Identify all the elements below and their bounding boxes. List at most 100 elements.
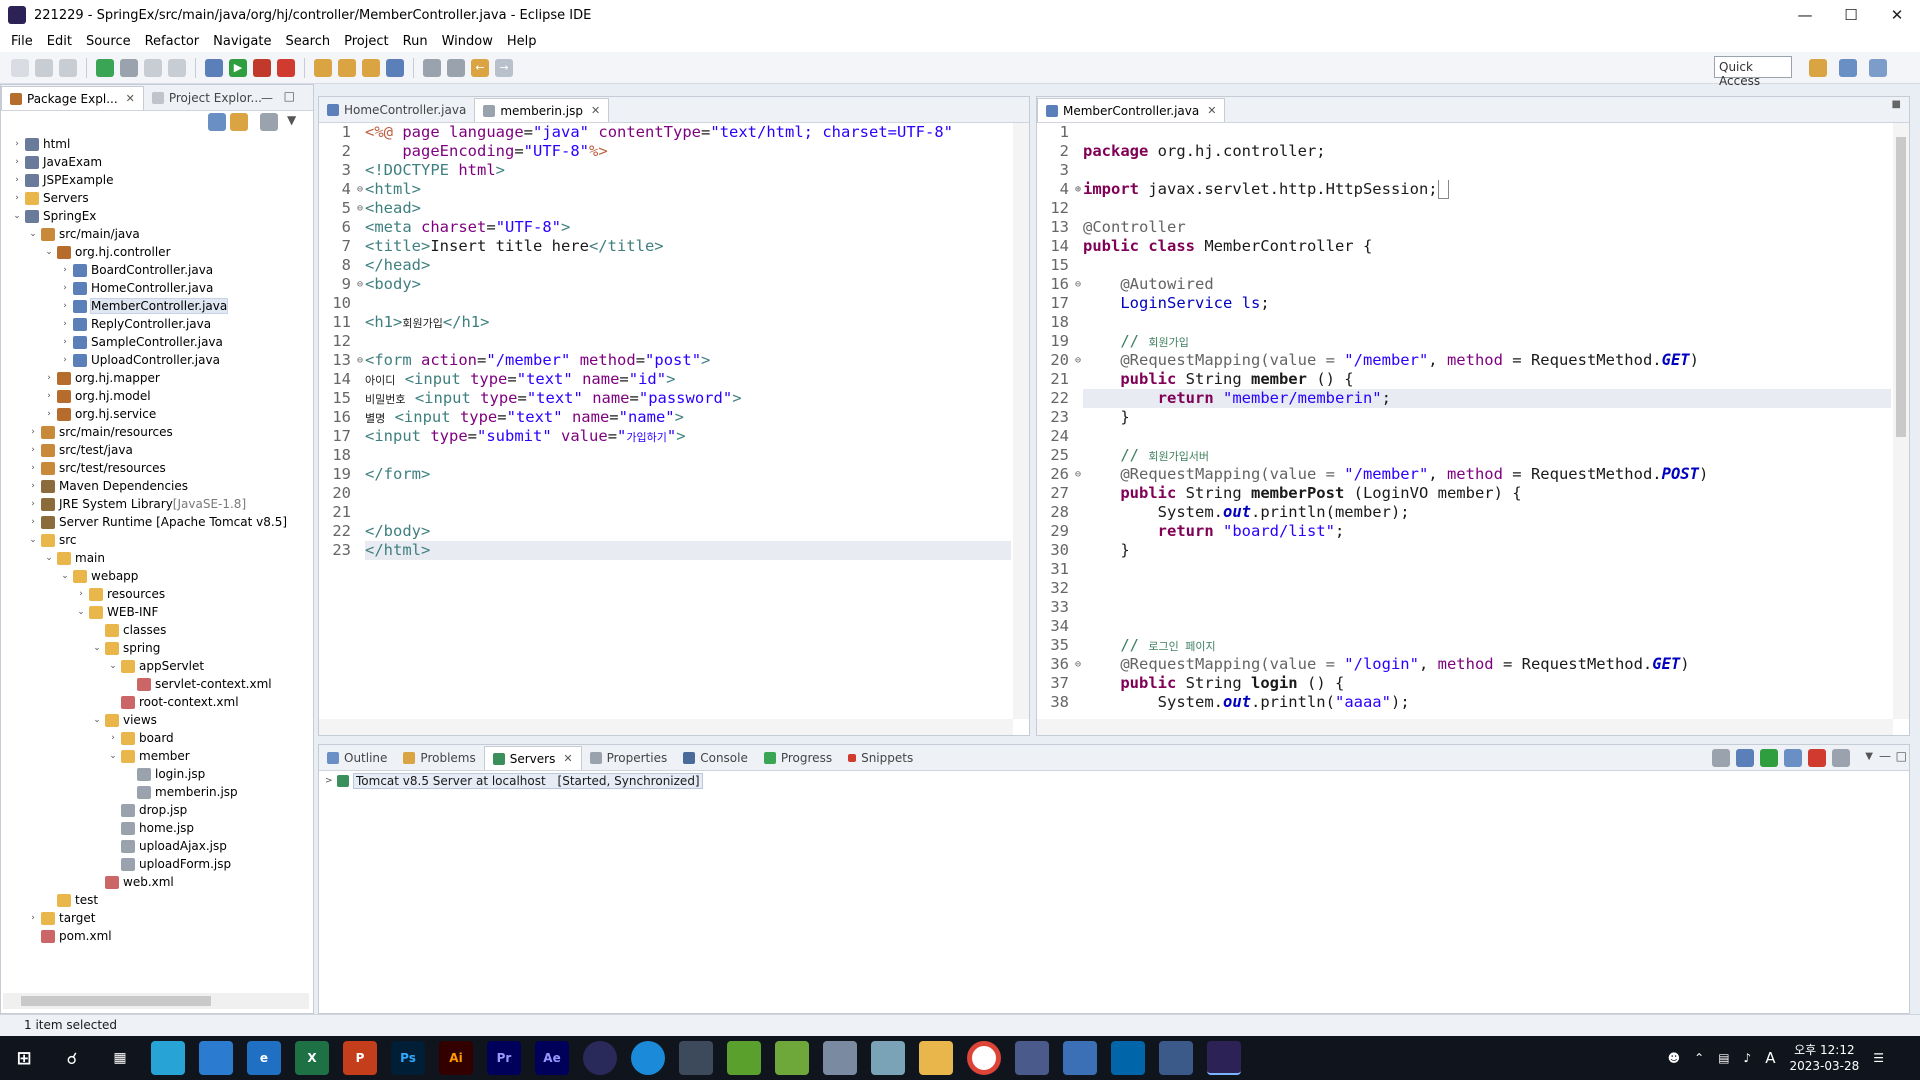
code-text[interactable]: <body> (365, 275, 1011, 294)
tree-item[interactable]: › target (1, 909, 313, 927)
tree-item[interactable]: › Servers (1, 189, 313, 207)
code-line[interactable]: 32 (1037, 579, 1891, 598)
code-text[interactable]: } (1083, 541, 1891, 560)
notes-app-icon[interactable] (199, 1041, 233, 1075)
code-line[interactable]: 20 ⊖ @RequestMapping(value = "/member", m… (1037, 351, 1891, 370)
globe-icon[interactable] (386, 58, 404, 77)
menu-help[interactable]: Help (500, 34, 544, 49)
tree-item[interactable]: ⌄ views (1, 711, 313, 729)
fold-toggle-icon[interactable]: ⊖ (357, 351, 365, 370)
code-text[interactable] (365, 503, 1011, 522)
tab-project-explorer[interactable]: Project Explor... (144, 86, 270, 110)
code-line[interactable]: 11 <h1>회원가입</h1> (319, 313, 1011, 332)
tree-item[interactable]: ⌄ webapp (1, 567, 313, 585)
code-text[interactable]: import javax.servlet.http.HttpSession; (1083, 180, 1891, 199)
fold-toggle-icon[interactable]: ⊖ (1075, 351, 1083, 370)
illustrator-icon[interactable]: Ai (439, 1041, 473, 1075)
code-text[interactable] (1083, 256, 1891, 275)
chevron-right-icon[interactable]: › (59, 337, 71, 347)
code-text[interactable]: 별명 <input type="text" name="name"> (365, 408, 1011, 427)
chevron-down-icon[interactable]: ⌄ (11, 211, 23, 221)
back-icon[interactable]: ← (471, 58, 489, 77)
stop-icon[interactable] (277, 58, 295, 77)
java-ee-perspective-icon[interactable] (1839, 59, 1857, 77)
code-text[interactable]: <%@ page language="java" contentType="te… (365, 123, 1011, 142)
code-text[interactable]: LoginService ls; (1083, 294, 1891, 313)
network-app-icon[interactable] (1015, 1041, 1049, 1075)
chevron-right-icon[interactable]: › (43, 409, 55, 419)
file-explorer-icon[interactable] (919, 1041, 953, 1075)
tree-item[interactable]: › resources (1, 585, 313, 603)
vertical-scrollbar[interactable] (1013, 123, 1029, 719)
horizontal-scrollbar[interactable] (319, 719, 1013, 735)
tree-item[interactable]: home.jsp (1, 819, 313, 837)
editor-membercontroller-java[interactable]: MemberController.java ✕ ■ 1 2 package org.h… (1036, 96, 1910, 736)
start-server-icon[interactable] (1760, 749, 1778, 767)
link-editor-icon[interactable] (230, 113, 248, 131)
chevron-down-icon[interactable]: ⌄ (91, 643, 103, 653)
code-text[interactable]: 비밀번호 <input type="text" name="password"> (365, 389, 1011, 408)
code-line[interactable]: 17 <input type="submit" value="가입하기"> (319, 427, 1011, 446)
close-icon[interactable]: ✕ (591, 104, 600, 117)
toggle-icon[interactable] (144, 58, 162, 77)
code-line[interactable]: 7 <title>Insert title here</title> (319, 237, 1011, 256)
chevron-down-icon[interactable]: ⌄ (107, 661, 119, 671)
code-line[interactable]: 22 </body> (319, 522, 1011, 541)
code-line[interactable]: 37 public String login () { (1037, 674, 1891, 693)
collapse-all-icon[interactable] (208, 113, 226, 131)
tree-item[interactable]: classes (1, 621, 313, 639)
code-line[interactable]: 36 ⊖ @RequestMapping(value = "/login", me… (1037, 655, 1891, 674)
code-text[interactable]: return "board/list"; (1083, 522, 1891, 541)
code-line[interactable]: 13 ⊖ <form action="/member" method="post"> (319, 351, 1011, 370)
tree-item[interactable]: › org.hj.model (1, 387, 313, 405)
code-line[interactable]: 33 (1037, 598, 1891, 617)
after-effects-icon[interactable]: Ae (535, 1041, 569, 1075)
code-text[interactable]: System.out.println("aaaa"); (1083, 693, 1891, 712)
code-line[interactable]: 19 // 회원가입 (1037, 332, 1891, 351)
profile-server-icon[interactable] (1784, 749, 1802, 767)
chevron-right-icon[interactable]: › (107, 733, 119, 743)
view-menu-icon[interactable]: ▼ (287, 113, 296, 127)
tree-item[interactable]: › Server Runtime [Apache Tomcat v8.5] (1, 513, 313, 531)
code-text[interactable]: </head> (365, 256, 1011, 275)
chevron-right-icon[interactable]: › (43, 373, 55, 383)
code-text[interactable] (1083, 617, 1891, 636)
tab-problems[interactable]: Problems (395, 746, 483, 770)
chevron-right-icon[interactable]: › (27, 463, 39, 473)
tree-item[interactable]: memberin.jsp (1, 783, 313, 801)
close-button[interactable]: ✕ (1874, 0, 1920, 30)
code-line[interactable]: 23 } (1037, 408, 1891, 427)
code-text[interactable] (1083, 199, 1891, 218)
code-line[interactable]: 15 비밀번호 <input type="text" name="password… (319, 389, 1011, 408)
code-line[interactable]: 34 (1037, 617, 1891, 636)
tree-item[interactable]: › JSPExample (1, 171, 313, 189)
code-text[interactable] (1083, 579, 1891, 598)
chevron-right-icon[interactable]: › (11, 175, 23, 185)
tree-item[interactable]: › JavaExam (1, 153, 313, 171)
code-text[interactable] (365, 484, 1011, 503)
notification-icon[interactable]: ☰ (1873, 1050, 1884, 1066)
code-text[interactable]: </body> (365, 522, 1011, 541)
tree-item[interactable]: web.xml (1, 873, 313, 891)
code-line[interactable]: 4 ⊖ <html> (319, 180, 1011, 199)
code-text[interactable]: return "member/memberin"; (1083, 389, 1891, 408)
code-line[interactable]: 3 (1037, 161, 1891, 180)
tree-item[interactable]: › board (1, 729, 313, 747)
search-icon[interactable] (362, 58, 380, 77)
fold-toggle-icon[interactable]: ⊖ (1075, 275, 1083, 294)
code-line[interactable]: 17 LoginService ls; (1037, 294, 1891, 313)
code-text[interactable]: // 회원가입서버 (1083, 446, 1891, 465)
code-line[interactable]: 8 </head> (319, 256, 1011, 275)
circle-app-icon[interactable] (583, 1041, 617, 1075)
code-text[interactable]: <input type="submit" value="가입하기"> (365, 427, 1011, 446)
open-perspective-icon[interactable] (1809, 59, 1827, 77)
tab-servers[interactable]: Servers ✕ (483, 746, 582, 770)
tree-item[interactable]: › src/test/java (1, 441, 313, 459)
debug-perspective-icon[interactable] (1869, 59, 1887, 77)
refresh-icon[interactable] (96, 58, 114, 77)
quick-access-input[interactable]: Quick Access (1714, 56, 1792, 88)
code-text[interactable] (1083, 123, 1891, 142)
chevron-right-icon[interactable]: › (27, 517, 39, 527)
format-icon[interactable] (168, 58, 186, 77)
task-view-icon[interactable]: ▦ (103, 1041, 137, 1075)
